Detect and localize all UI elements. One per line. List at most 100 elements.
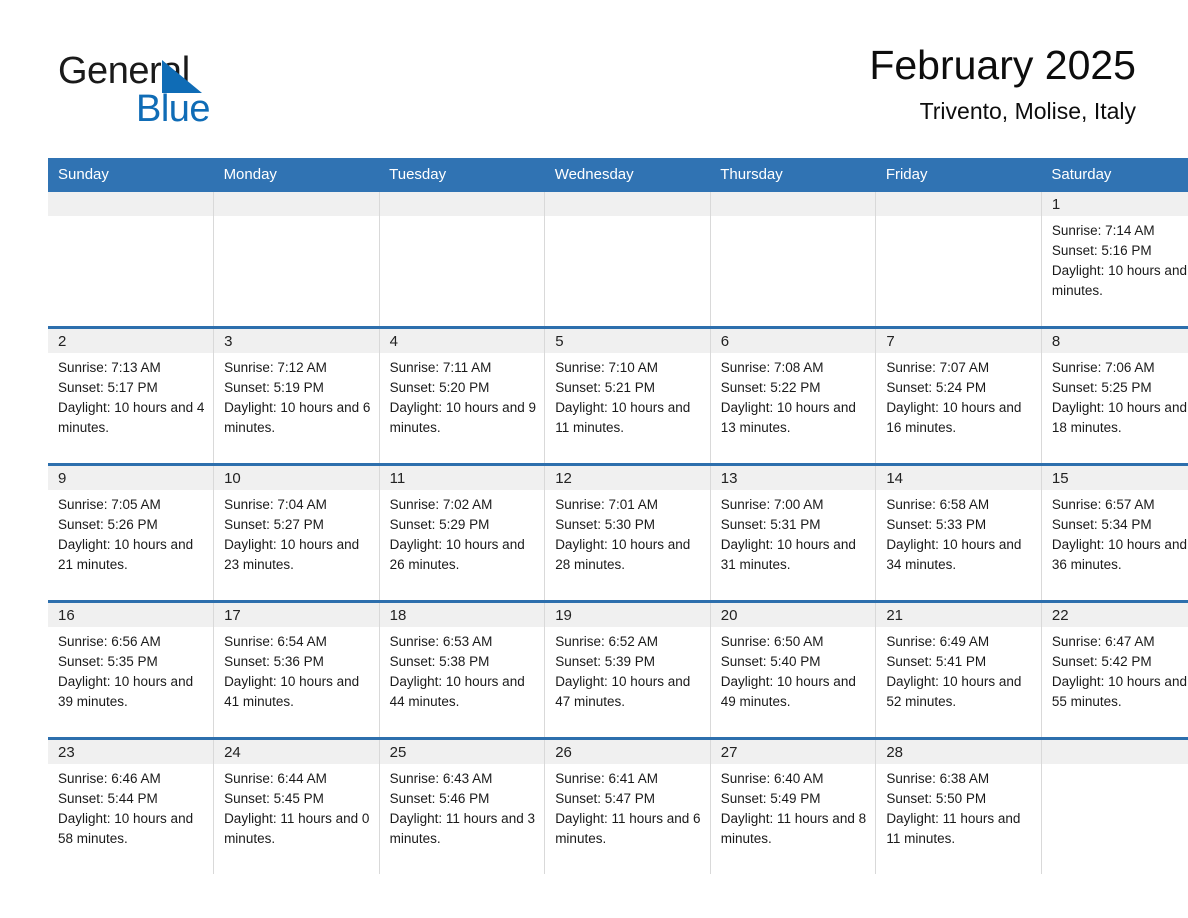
daylight-text: Daylight: 10 hours and 4 minutes. [58,400,205,435]
sunset-text: Sunset: 5:26 PM [58,517,158,532]
calendar-day-cell[interactable]: 6 Sunrise: 7:08 AM Sunset: 5:22 PM Daylight… [709,326,876,465]
day-details: Sunrise: 6:52 AM Sunset: 5:39 PM Daylight:… [545,627,710,712]
calendar-day-cell[interactable]: 7 Sunrise: 7:07 AM Sunset: 5:24 PM Daylight… [875,326,1042,465]
sunrise-text: Sunrise: 6:46 AM [58,771,161,786]
calendar-day-cell[interactable]: 10 Sunrise: 7:04 AM Sunset: 5:27 PM Dayligh… [213,463,380,602]
weekday-header-tuesday: Tuesday [379,158,545,192]
daylight-text: Daylight: 10 hours and 47 minutes. [555,674,691,709]
sunrise-text: Sunrise: 7:01 AM [555,497,658,512]
day-number: 7 [876,329,1041,353]
daylight-text: Daylight: 11 hours and 8 minutes. [720,811,867,846]
sunset-text: Sunset: 5:50 PM [886,791,987,806]
calendar-day-cell[interactable]: 4 Sunrise: 7:11 AM Sunset: 5:20 PM Daylight… [378,326,545,465]
calendar-day-cell[interactable]: 25 Sunrise: 6:43 AM Sunset: 5:46 PM Dayligh… [378,737,545,874]
calendar-day-cell[interactable]: 9 Sunrise: 7:05 AM Sunset: 5:26 PM Daylight… [48,463,214,602]
page-subtitle: Trivento, Molise, Italy [919,98,1136,124]
daylight-text: Daylight: 10 hours and 9 minutes. [389,400,536,435]
sunrise-text: Sunrise: 6:50 AM [720,634,824,649]
daylight-text: Daylight: 10 hours and 2 minutes. [1051,263,1188,298]
calendar-week-row: 1 Sunrise: 7:14 AM Sunset: 5:16 PM Daylight… [48,192,1188,328]
day-number: 22 [1041,603,1188,627]
daylight-text: Daylight: 11 hours and 0 minutes. [224,811,370,846]
calendar-day-cell[interactable]: 14 Sunrise: 6:58 AM Sunset: 5:33 PM Dayligh… [875,463,1042,602]
sunrise-text: Sunrise: 6:57 AM [1051,497,1155,512]
calendar-day-cell[interactable]: 5 Sunrise: 7:10 AM Sunset: 5:21 PM Daylight… [544,326,711,465]
day-details: Sunrise: 6:38 AM Sunset: 5:50 PM Daylight:… [876,764,1041,849]
calendar-day-cell[interactable]: 24 Sunrise: 6:44 AM Sunset: 5:45 PM Dayligh… [213,737,380,874]
day-number [545,192,710,216]
day-number [379,192,545,216]
calendar-day-cell[interactable]: 16 Sunrise: 6:56 AM Sunset: 5:35 PM Dayligh… [48,600,214,739]
day-details: Sunrise: 7:06 AM Sunset: 5:25 PM Daylight:… [1042,353,1188,438]
calendar-day-cell[interactable]: 11 Sunrise: 7:02 AM Sunset: 5:29 PM Dayligh… [378,463,545,602]
daylight-text: Daylight: 10 hours and 36 minutes. [1051,537,1187,572]
sunset-text: Sunset: 5:20 PM [389,380,490,395]
sunset-text: Sunset: 5:40 PM [720,654,821,669]
calendar-day-cell[interactable]: 2 Sunrise: 7:13 AM Sunset: 5:17 PM Daylight… [48,326,214,465]
day-details: Sunrise: 6:47 AM Sunset: 5:42 PM Daylight:… [1042,627,1188,712]
day-details: Sunrise: 7:10 AM Sunset: 5:21 PM Daylight:… [545,353,710,438]
calendar-day-cell[interactable]: 27 Sunrise: 6:40 AM Sunset: 5:49 PM Dayligh… [709,737,876,874]
daylight-text: Daylight: 10 hours and 55 minutes. [1051,674,1187,709]
day-number: 25 [379,740,545,764]
calendar-day-cell[interactable]: 12 Sunrise: 7:01 AM Sunset: 5:30 PM Dayligh… [544,463,711,602]
page-masthead: General Blue February 2025 Trivento, Mol… [48,40,1136,150]
sunrise-text: Sunrise: 6:44 AM [224,771,327,786]
sunset-text: Sunset: 5:35 PM [58,654,158,669]
daylight-text: Daylight: 10 hours and 6 minutes. [224,400,371,435]
sunrise-text: Sunrise: 7:13 AM [58,360,161,375]
sunset-text: Sunset: 5:36 PM [224,654,324,669]
daylight-text: Daylight: 10 hours and 18 minutes. [1051,400,1187,435]
calendar-day-cell[interactable]: 13 Sunrise: 7:00 AM Sunset: 5:31 PM Dayligh… [709,463,876,602]
daylight-text: Daylight: 10 hours and 49 minutes. [720,674,856,709]
calendar-day-cell[interactable]: 3 Sunrise: 7:12 AM Sunset: 5:19 PM Daylight… [213,326,380,465]
day-number [48,192,214,216]
weekday-header-sunday: Sunday [48,158,214,192]
calendar-day-cell[interactable]: 8 Sunrise: 7:06 AM Sunset: 5:25 PM Daylight… [1040,326,1188,465]
daylight-text: Daylight: 11 hours and 11 minutes. [886,811,1021,846]
day-number [1041,740,1188,764]
calendar-body: 1 Sunrise: 7:14 AM Sunset: 5:16 PM Daylight… [48,192,1188,874]
sunrise-text: Sunrise: 7:02 AM [389,497,493,512]
day-number: 4 [379,329,545,353]
calendar-day-cell[interactable]: 21 Sunrise: 6:49 AM Sunset: 5:41 PM Dayligh… [875,600,1042,739]
calendar-day-cell[interactable]: 22 Sunrise: 6:47 AM Sunset: 5:42 PM Dayligh… [1040,600,1188,739]
sunset-text: Sunset: 5:24 PM [886,380,987,395]
day-number: 23 [48,740,214,764]
day-details: Sunrise: 6:58 AM Sunset: 5:33 PM Daylight:… [876,490,1041,575]
calendar-day-cell[interactable]: 20 Sunrise: 6:50 AM Sunset: 5:40 PM Dayligh… [709,600,876,739]
day-number [710,192,876,216]
calendar-day-cell[interactable]: 1 Sunrise: 7:14 AM Sunset: 5:16 PM Daylight… [1040,192,1188,328]
sunrise-text: Sunrise: 6:49 AM [886,634,990,649]
calendar-day-cell[interactable]: 17 Sunrise: 6:54 AM Sunset: 5:36 PM Dayligh… [213,600,380,739]
day-number: 11 [379,466,545,490]
day-number: 12 [545,466,710,490]
calendar-day-cell[interactable]: 23 Sunrise: 6:46 AM Sunset: 5:44 PM Dayligh… [48,737,214,874]
page-title: February 2025 [869,42,1136,88]
calendar-day-cell[interactable]: 28 Sunrise: 6:38 AM Sunset: 5:50 PM Dayligh… [875,737,1042,874]
sunset-text: Sunset: 5:45 PM [224,791,324,806]
calendar-header-row: Sunday Monday Tuesday Wednesday Thursday… [48,158,1188,192]
sunset-text: Sunset: 5:29 PM [389,517,490,532]
calendar-day-cell[interactable]: 18 Sunrise: 6:53 AM Sunset: 5:38 PM Dayligh… [378,600,545,739]
day-details: Sunrise: 6:54 AM Sunset: 5:36 PM Daylight:… [214,627,379,712]
calendar-day-cell[interactable]: 26 Sunrise: 6:41 AM Sunset: 5:47 PM Dayligh… [544,737,711,874]
daylight-text: Daylight: 10 hours and 16 minutes. [886,400,1022,435]
day-number: 27 [710,740,876,764]
day-details: Sunrise: 7:01 AM Sunset: 5:30 PM Daylight:… [545,490,710,575]
calendar-day-cell[interactable]: 19 Sunrise: 6:52 AM Sunset: 5:39 PM Dayligh… [544,600,711,739]
daylight-text: Daylight: 10 hours and 13 minutes. [720,400,856,435]
sunset-text: Sunset: 5:17 PM [58,380,158,395]
sunrise-text: Sunrise: 6:53 AM [389,634,493,649]
day-number: 15 [1041,466,1188,490]
sunrise-text: Sunrise: 7:14 AM [1051,223,1155,238]
sunset-text: Sunset: 5:34 PM [1051,517,1152,532]
sunset-text: Sunset: 5:30 PM [555,517,655,532]
day-details: Sunrise: 6:41 AM Sunset: 5:47 PM Daylight:… [545,764,710,849]
day-number: 24 [214,740,379,764]
day-details: Sunrise: 7:00 AM Sunset: 5:31 PM Daylight:… [711,490,876,575]
calendar-day-cell[interactable]: 15 Sunrise: 6:57 AM Sunset: 5:34 PM Dayligh… [1040,463,1188,602]
sunset-text: Sunset: 5:25 PM [1051,380,1152,395]
calendar-day-cell-empty [709,192,876,328]
sunrise-text: Sunrise: 6:41 AM [555,771,658,786]
